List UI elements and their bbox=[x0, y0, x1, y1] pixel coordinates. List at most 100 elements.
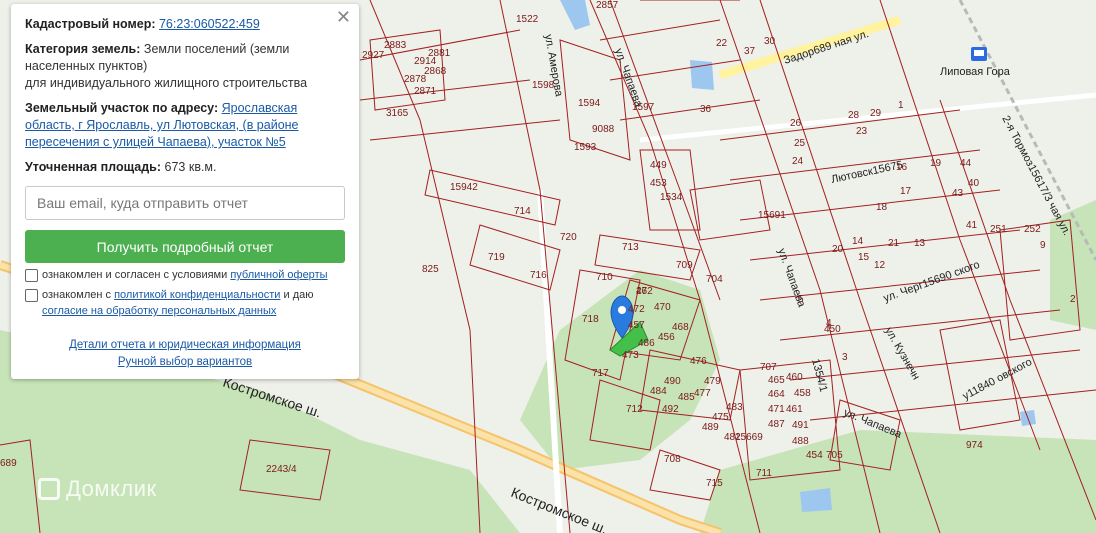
parcel-number: 20 bbox=[832, 244, 844, 255]
get-report-button[interactable]: Получить подробный отчет bbox=[25, 230, 345, 263]
parcel-number: 460 bbox=[786, 372, 803, 383]
area-label: Уточненная площадь: bbox=[25, 160, 162, 174]
parcel-number: 825 bbox=[422, 264, 439, 275]
parcel-number: 487 bbox=[768, 419, 785, 430]
parcel-number: 708 bbox=[664, 454, 681, 465]
offer-link[interactable]: публичной оферты bbox=[230, 269, 327, 281]
parcel-number: 473 bbox=[622, 350, 639, 361]
parcel-number: 5 bbox=[798, 294, 804, 305]
parcel-number: 491 bbox=[792, 420, 809, 431]
street-label: у11840 овского bbox=[961, 356, 1034, 403]
parcel-number: 484 bbox=[650, 386, 667, 397]
parcel-number: 485 bbox=[678, 392, 695, 403]
parcel-number: 453 bbox=[650, 178, 667, 189]
privacy-consent: ознакомлен с политикой конфиденциальност… bbox=[25, 287, 345, 319]
parcel-number: 2914 bbox=[414, 56, 437, 67]
parcel-number: 14 bbox=[852, 236, 864, 247]
parcel-number: 717 bbox=[592, 368, 609, 379]
parcel-number: 2871 bbox=[414, 86, 437, 97]
water bbox=[560, 0, 590, 30]
parcel-number: 709 bbox=[676, 260, 693, 271]
parcel-number: 1 bbox=[898, 100, 904, 111]
parcel-number: 15669 bbox=[735, 432, 763, 443]
street-label: ул. Кузнечн bbox=[882, 326, 922, 383]
parcel-number: 22 bbox=[716, 38, 728, 49]
parcel-number: 707 bbox=[760, 362, 777, 373]
street-label: ул. Чапаева bbox=[612, 47, 645, 110]
parcel-number: 704 bbox=[706, 274, 723, 285]
parcel-number: 43 bbox=[952, 188, 964, 199]
consent-link[interactable]: согласие на обработку персональных данны… bbox=[42, 305, 276, 317]
parcel-number: 15942 bbox=[450, 182, 478, 193]
parcel-number: 458 bbox=[794, 388, 811, 399]
metro-icon bbox=[971, 47, 987, 61]
parcel-number: 1534 bbox=[660, 192, 683, 203]
cadastral-number-row: Кадастровый номер: 76:23:060522:459 bbox=[25, 16, 345, 33]
offer-checkbox[interactable] bbox=[25, 269, 38, 282]
metro-station-label: Липовая Гора bbox=[940, 66, 1011, 78]
watermark-text: Домклик bbox=[66, 476, 157, 501]
parcel-number: 489 bbox=[702, 422, 719, 433]
cadastral-number-link[interactable]: 76:23:060522:459 bbox=[159, 17, 260, 31]
parcel-number: 488 bbox=[792, 436, 809, 447]
parcel-number: 2 bbox=[1070, 294, 1076, 305]
parcel-number: 44 bbox=[960, 158, 972, 169]
parcel-number: 26 bbox=[790, 118, 802, 129]
parcel-number: 479 bbox=[704, 376, 721, 387]
parcel-number: 454 bbox=[806, 450, 823, 461]
parcel-number: 37 bbox=[744, 46, 756, 57]
parcel-number: 23 bbox=[856, 126, 868, 137]
street-label: 2-я Тормоз15617/3 чая ул. bbox=[999, 114, 1072, 238]
offer-text: ознакомлен и согласен с условиями bbox=[42, 269, 228, 281]
parcel-number: 2883 bbox=[384, 40, 407, 51]
water bbox=[800, 488, 832, 512]
category-label: Категория земель: bbox=[25, 42, 141, 56]
parcel-number: 710 bbox=[596, 272, 613, 283]
parcel-number: 2857 bbox=[596, 0, 619, 11]
offer-consent: ознакомлен и согласен с условиями публич… bbox=[25, 267, 345, 283]
parcel-number: 716 bbox=[530, 270, 547, 281]
parcel-number: 2868 bbox=[424, 66, 447, 77]
report-details-link[interactable]: Детали отчета и юридическая информация bbox=[25, 337, 345, 354]
privacy-link[interactable]: политикой конфиденциальности bbox=[114, 289, 280, 301]
parcel-number: 705 bbox=[826, 450, 843, 461]
parcel-number: 40 bbox=[968, 178, 980, 189]
parcel-number: 9088 bbox=[592, 124, 615, 135]
parcel-number: 3 bbox=[842, 352, 848, 363]
parcel-number: 19 bbox=[930, 158, 942, 169]
parcel-number: 28 bbox=[848, 110, 860, 121]
domclick-watermark: Домклик bbox=[38, 476, 157, 502]
parcel-number: 470 bbox=[654, 302, 671, 313]
email-input[interactable] bbox=[25, 186, 345, 220]
parcel-number: 472 bbox=[628, 304, 645, 315]
category-purpose: для индивидуального жилищного строительс… bbox=[25, 76, 308, 90]
parcel-number: 251 bbox=[990, 224, 1007, 235]
address-row: Земельный участок по адресу: Ярославская… bbox=[25, 100, 345, 151]
address-label: Земельный участок по адресу: bbox=[25, 101, 219, 115]
street-label: ул. Черг15690 ского bbox=[882, 259, 981, 305]
parcel-number: 1598 bbox=[532, 80, 555, 91]
parcel-number: 4 bbox=[826, 318, 832, 329]
parcel-number: 714 bbox=[514, 206, 531, 217]
parcel-number: 476 bbox=[690, 356, 707, 367]
parcel-number: 492 bbox=[662, 404, 679, 415]
parcel-number: 449 bbox=[650, 160, 667, 171]
close-icon[interactable]: ✕ bbox=[336, 8, 351, 26]
parcel-number: 486 bbox=[638, 338, 655, 349]
category-row: Категория земель: Земли поселений (земли… bbox=[25, 41, 345, 92]
road-secondary bbox=[639, 92, 1096, 143]
privacy-checkbox[interactable] bbox=[25, 289, 38, 302]
parcel-number: 3165 bbox=[386, 108, 409, 119]
manual-selection-link[interactable]: Ручной выбор вариантов bbox=[25, 354, 345, 371]
parcel-number: 30 bbox=[764, 36, 776, 47]
parcel-number: 475 bbox=[712, 412, 729, 423]
parcel-number: 689 bbox=[0, 458, 17, 469]
parcel-number: 465 bbox=[768, 375, 785, 386]
parcel-number: 719 bbox=[488, 252, 505, 263]
footer-links: Детали отчета и юридическая информация Р… bbox=[25, 337, 345, 371]
green-area bbox=[700, 430, 1096, 533]
parcel-number: 456 bbox=[658, 332, 675, 343]
parcel-number: 471 bbox=[768, 404, 785, 415]
parcel-number: 13 bbox=[914, 238, 926, 249]
parcel-number: 21 bbox=[888, 238, 900, 249]
